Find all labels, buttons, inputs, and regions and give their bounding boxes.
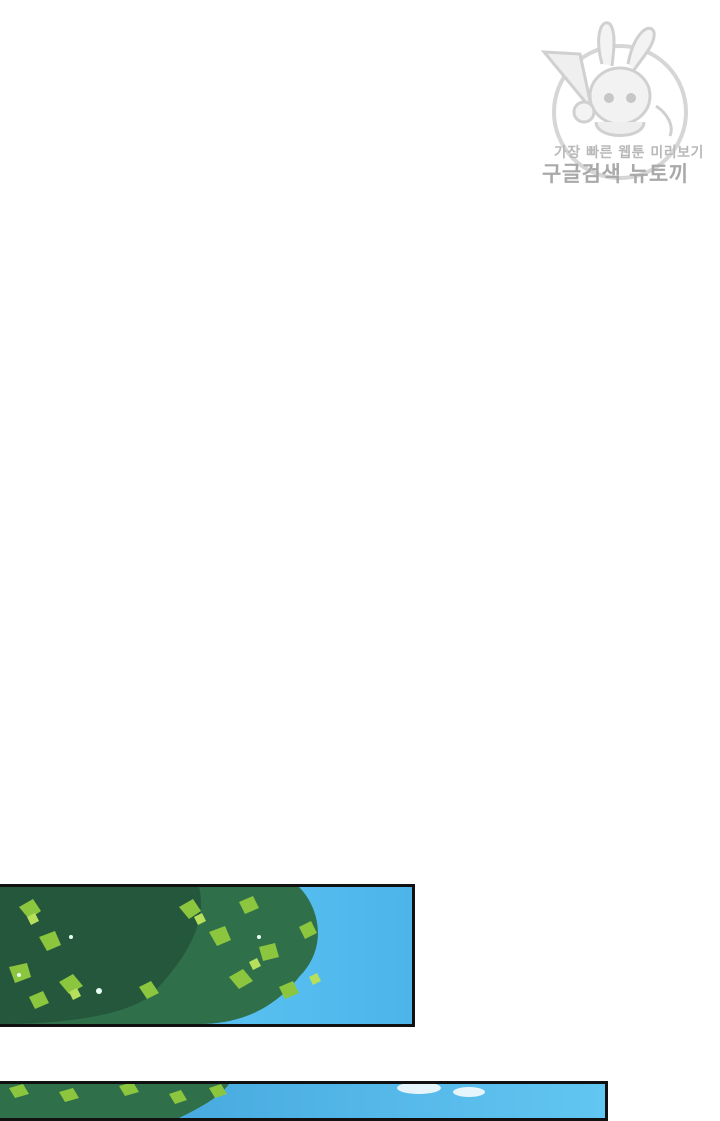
tree-foliage-image: [0, 887, 412, 1024]
comic-panel-tree-2: [0, 1081, 608, 1121]
watermark: 가장 빠른 웹툰 미리보기 구글검색 뉴토끼: [536, 14, 703, 194]
comic-panel-tree: [0, 884, 415, 1027]
watermark-site-name: 구글검색 뉴토끼: [542, 162, 689, 186]
tree-foliage-image: [0, 1084, 605, 1118]
